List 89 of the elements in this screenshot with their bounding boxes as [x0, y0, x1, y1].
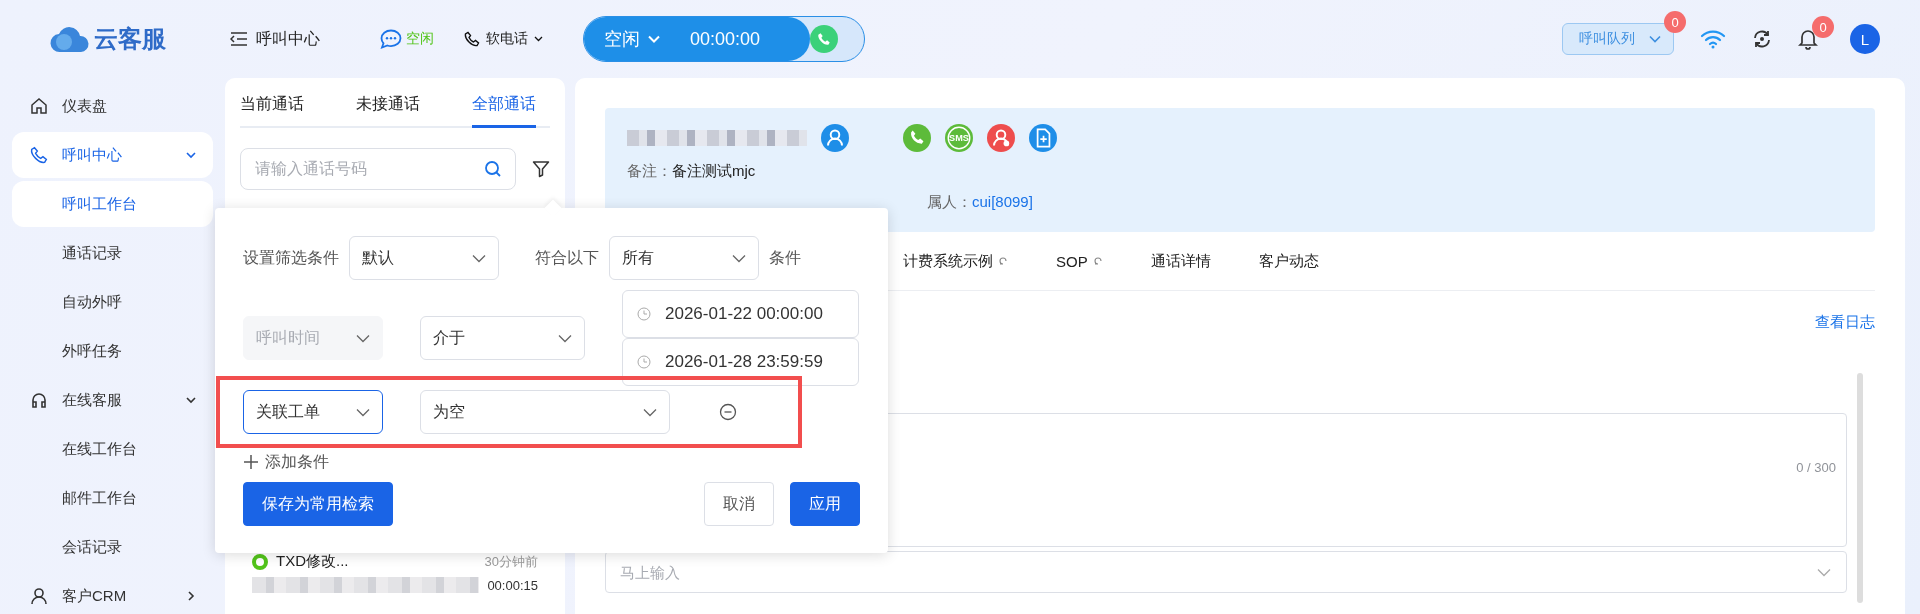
- headset-icon: [30, 391, 48, 409]
- cancel-button[interactable]: 取消: [704, 482, 774, 526]
- nav-item[interactable]: 通话记录: [12, 230, 213, 276]
- detail-tab[interactable]: 通话详情: [1150, 251, 1211, 271]
- loop-icon: [1092, 256, 1103, 266]
- nav-item[interactable]: 会话记录: [12, 524, 213, 570]
- nav-group[interactable]: 在线客服: [12, 377, 213, 423]
- bell-icon[interactable]: [1798, 28, 1818, 50]
- clock-icon: [637, 355, 651, 369]
- caret-icon: [534, 36, 543, 42]
- call-action-icon[interactable]: [903, 124, 931, 152]
- nav-item[interactable]: 自动外呼: [12, 279, 213, 325]
- wifi-icon[interactable]: [1700, 29, 1726, 49]
- home-icon: [30, 97, 48, 115]
- owner-link[interactable]: cui[8099]: [972, 193, 1033, 210]
- save-search-button[interactable]: 保存为常用检索: [243, 482, 393, 526]
- field-select[interactable]: 关联工单: [243, 390, 383, 434]
- filter-title: 设置筛选条件: [243, 247, 339, 268]
- search-field[interactable]: 请输入通话号码: [240, 148, 516, 190]
- add-condition-button[interactable]: 添加条件: [243, 450, 329, 474]
- call-duration: 00:00:15: [487, 577, 538, 593]
- match-select[interactable]: 所有: [609, 236, 759, 280]
- detail-tab[interactable]: 计费系统示例: [903, 251, 1008, 271]
- detail-tab[interactable]: SOP: [1056, 252, 1103, 270]
- cloud-logo-icon: [50, 25, 90, 53]
- caret-icon: [648, 35, 660, 43]
- count-badge: 0: [1664, 11, 1686, 33]
- call-tab[interactable]: 未接通话: [356, 94, 420, 128]
- caller-name: TXD修改...: [276, 552, 350, 571]
- caret-icon: [472, 253, 486, 263]
- nav-group[interactable]: 客户CRM: [12, 573, 213, 614]
- caret-icon: [1649, 35, 1661, 43]
- call-timer: 00:00:00: [690, 28, 762, 50]
- phone-icon: [817, 32, 831, 46]
- menu-fold-icon[interactable]: [230, 32, 248, 46]
- scrollbar[interactable]: [1857, 373, 1863, 603]
- nav-item[interactable]: 在线工作台: [12, 426, 213, 472]
- phone-icon: [464, 31, 480, 47]
- caret-icon: [643, 407, 657, 417]
- nav-item[interactable]: 呼叫工作台: [12, 181, 213, 227]
- chevron-icon: [185, 149, 197, 161]
- caret-icon: [558, 333, 572, 343]
- app-logo: 云客服: [94, 24, 166, 54]
- preset-select[interactable]: 默认: [349, 236, 499, 280]
- apply-button[interactable]: 应用: [790, 482, 860, 526]
- loop-icon: [998, 256, 1008, 266]
- filter-icon[interactable]: [532, 160, 550, 178]
- profile-action-icon[interactable]: [821, 124, 849, 152]
- owner-label: 属人：: [927, 193, 972, 210]
- block-action-icon[interactable]: [987, 124, 1015, 152]
- view-log-link[interactable]: 查看日志: [1815, 313, 1875, 332]
- match-label: 符合以下: [535, 247, 599, 268]
- refresh-icon[interactable]: [1752, 29, 1772, 49]
- count-badge: 0: [1812, 16, 1834, 38]
- caret-icon: [1817, 568, 1831, 577]
- phone-mode-dropdown[interactable]: 软电话: [464, 30, 543, 48]
- phone-icon: [30, 146, 48, 164]
- nav-item[interactable]: 邮件工作台: [12, 475, 213, 521]
- agent-status: 空闲: [406, 30, 434, 48]
- nav-group[interactable]: 呼叫中心: [12, 132, 213, 178]
- call-tab[interactable]: 全部通话: [472, 94, 536, 128]
- search-icon[interactable]: [484, 160, 502, 178]
- operator-select[interactable]: 为空: [420, 390, 670, 434]
- remove-icon[interactable]: [719, 403, 737, 421]
- user-icon: [30, 587, 48, 605]
- call-time: 30分钟前: [484, 552, 538, 571]
- chevron-icon: [185, 394, 197, 406]
- detail-tab[interactable]: 客户动态: [1258, 251, 1319, 271]
- quick-input-dropdown[interactable]: 马上输入: [605, 551, 1847, 593]
- match-suffix: 条件: [769, 247, 801, 268]
- caret-icon: [356, 333, 370, 343]
- note-action-icon[interactable]: [1029, 124, 1057, 152]
- note-label: 备注：: [627, 162, 672, 179]
- call-button[interactable]: [810, 25, 838, 53]
- nav-group[interactable]: 仪表盘: [12, 83, 213, 129]
- page-title: 呼叫中心: [256, 28, 320, 49]
- caret-icon: [356, 407, 370, 417]
- caret-icon: [732, 253, 746, 263]
- user-avatar[interactable]: L: [1850, 24, 1880, 54]
- note-value: 备注测试mjc: [672, 162, 756, 179]
- plus-icon: [243, 454, 259, 470]
- clock-icon: [637, 307, 651, 321]
- chevron-icon: [185, 590, 197, 602]
- date-field[interactable]: 2026-01-22 00:00:00: [622, 290, 859, 338]
- date-field[interactable]: 2026-01-28 23:59:59: [622, 338, 859, 386]
- call-tab[interactable]: 当前通话: [240, 94, 304, 128]
- chat-icon: [380, 29, 402, 49]
- operator-select[interactable]: 介于: [420, 316, 585, 360]
- nav-item[interactable]: 外呼任务: [12, 328, 213, 374]
